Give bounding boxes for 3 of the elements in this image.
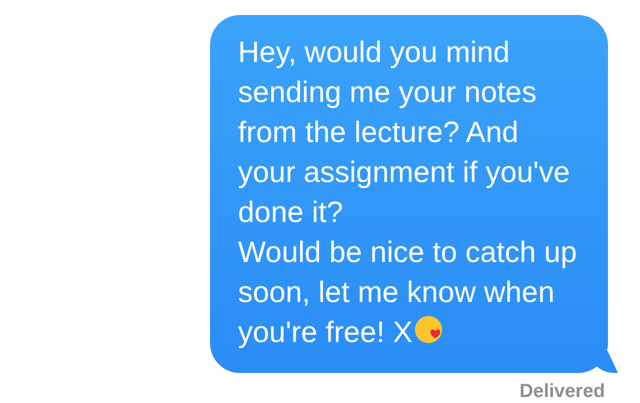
message-text: Hey, would you mind sending me your notes from the lecture? And your assignment if you've done it?	[238, 35, 571, 231]
message-text: Would be nice to catch up soon, let me know when you're free! X	[238, 235, 578, 351]
delivery-status: Delivered	[519, 381, 605, 403]
